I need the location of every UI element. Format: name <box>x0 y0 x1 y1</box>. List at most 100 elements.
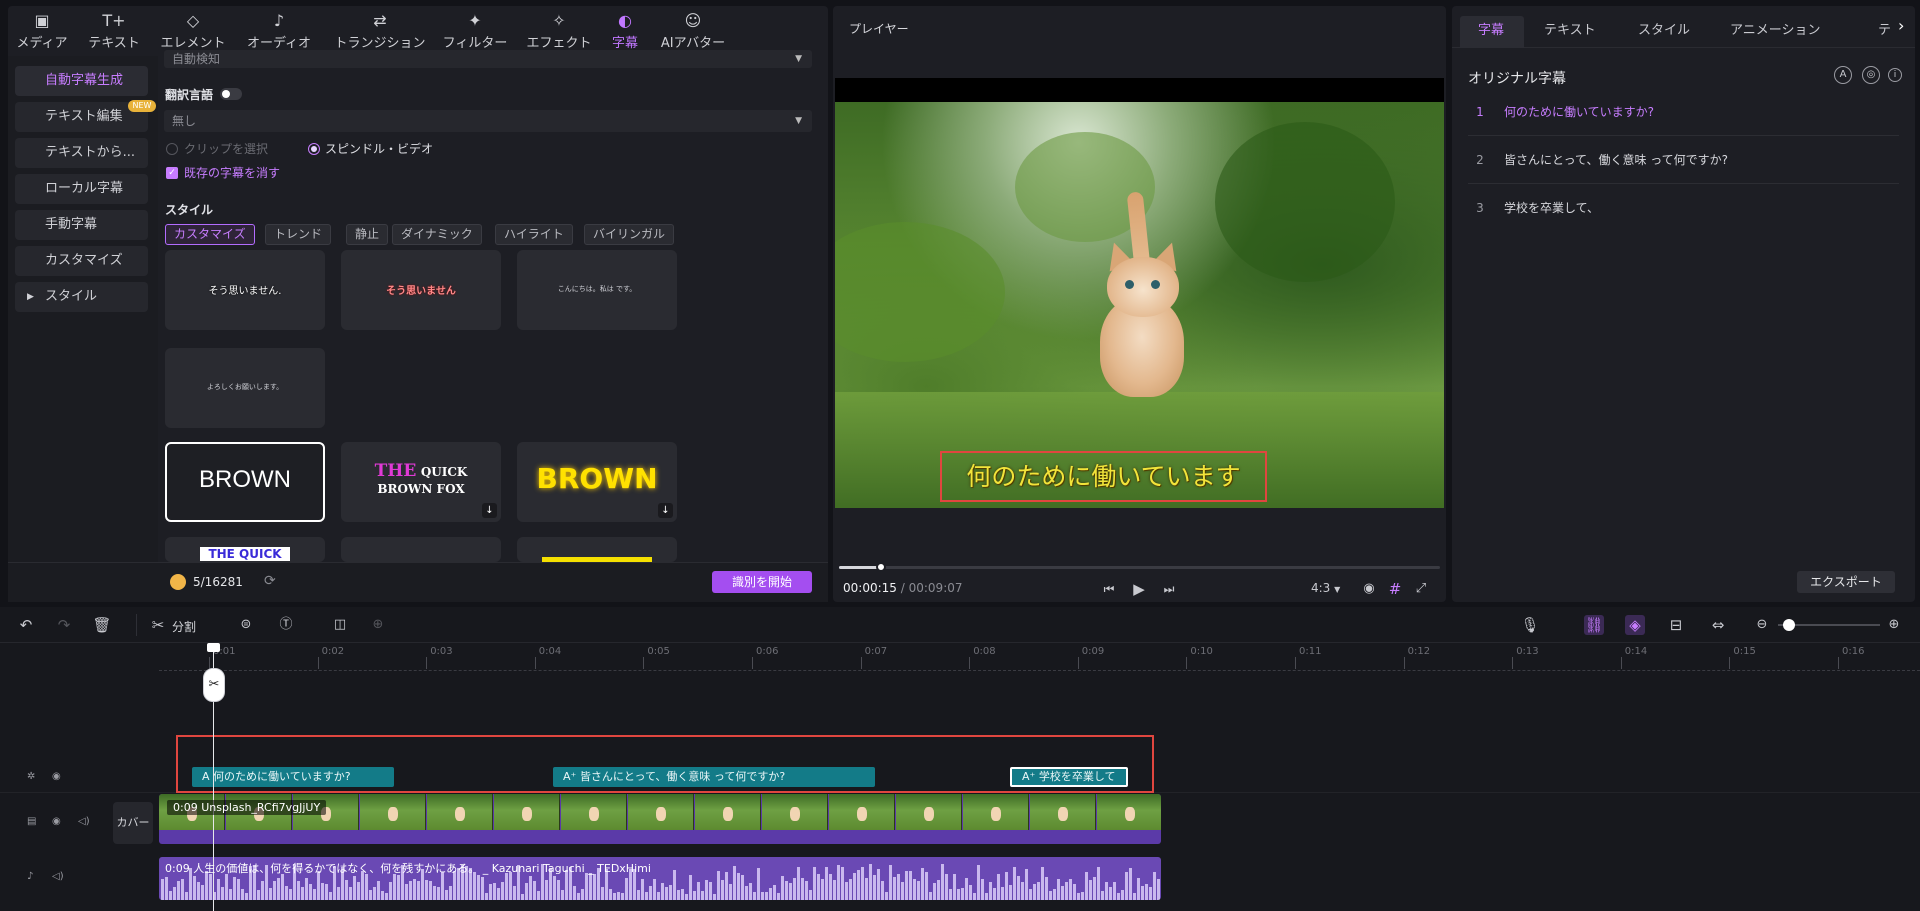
chevron-right-icon[interactable]: › <box>1898 16 1904 35</box>
spindle-video-radio[interactable] <box>308 143 320 155</box>
delete-icon[interactable]: 🗑 <box>92 615 112 635</box>
time-ruler[interactable]: 0:01 0:02 0:03 0:04 0:05 0:06 0:07 0:08 0:09 0:10… <box>159 643 1920 671</box>
audio-detach-icon[interactable]: ◫ <box>330 615 350 635</box>
download-icon[interactable]: ↓ <box>658 503 673 518</box>
style-tab-customize[interactable]: カスタマイズ <box>165 224 255 245</box>
translate-language-select[interactable]: 無し ▼ <box>164 110 812 132</box>
caption-row-2[interactable]: 2 皆さんにとって、働く意味 って何ですか? <box>1468 136 1899 184</box>
style-tile-partial-3[interactable] <box>517 537 677 562</box>
subtitle-overlay-box[interactable]: 何のために働いていますか？ <box>940 451 1267 502</box>
cover-button[interactable]: カバー <box>113 802 153 844</box>
tab-text-template[interactable]: テキス <box>1878 16 1898 46</box>
subtitle-clip-1[interactable]: A 何のために働いていますか? <box>192 767 394 787</box>
audio-clip[interactable]: 0:09 人生の価値は、何を得るかではなく、何を残すかにある。 _ Kazuna… <box>159 857 1161 900</box>
playback-handle[interactable] <box>876 562 887 572</box>
sidebar-item-local-caption[interactable]: ローカル字幕 <box>15 174 148 204</box>
fullscreen-icon[interactable]: ⤢ <box>1411 579 1431 599</box>
style-tile-3[interactable]: こんにちは。私は です。 <box>517 250 677 330</box>
style-tile-partial-2[interactable] <box>341 537 501 562</box>
scissors-icon[interactable]: ✂ <box>148 615 168 635</box>
grid-icon[interactable]: # <box>1385 579 1405 599</box>
export-button[interactable]: エクスポート <box>1797 571 1895 593</box>
add-track-icon[interactable]: ⊕ <box>368 615 388 635</box>
style-tile-brown-selected[interactable]: BROWN <box>165 442 325 522</box>
zoom-out-icon[interactable]: ⊖ <box>1752 615 1772 635</box>
tab-subtitle[interactable]: 字幕 <box>1478 16 1504 46</box>
start-recognition-button[interactable]: 識別を開始 <box>712 571 812 593</box>
zoom-slider-handle[interactable] <box>1783 619 1795 631</box>
download-icon[interactable]: ↓ <box>482 503 497 518</box>
style-tab-trend[interactable]: トレンド <box>265 224 332 245</box>
element-tab[interactable]: ◇ エレメント <box>158 10 228 54</box>
tab-text[interactable]: テキスト <box>1544 16 1596 46</box>
video-canvas[interactable]: 何のために働いていますか？ <box>835 78 1444 508</box>
subtitle-marker-icon[interactable]: ⊜ <box>236 615 256 635</box>
caption-row-3[interactable]: 3 学校を卒業して、 <box>1468 184 1899 232</box>
credits-count: 5/16281 <box>193 575 243 589</box>
split-button-label[interactable]: 分割 <box>172 618 196 635</box>
effect-tab[interactable]: ✧ エフェクト <box>526 10 592 54</box>
eye-icon[interactable]: ◉ <box>52 771 61 782</box>
sidebar-item-text-to[interactable]: テキストから... <box>15 138 148 168</box>
zoom-slider[interactable] <box>1778 619 1880 631</box>
info-icon[interactable]: i <box>1888 68 1902 82</box>
language-detect-select[interactable]: 自動検知 ▼ <box>164 50 812 68</box>
sidebar-item-auto-caption[interactable]: 自動字幕生成 <box>15 66 148 96</box>
style-tile-quick-fox[interactable]: THE QUICK BROWN FOX ↓ <box>341 442 501 522</box>
sidebar-item-manual-caption[interactable]: 手動字幕 <box>15 210 148 240</box>
snapshot-camera-icon[interactable]: ◉ <box>1359 579 1379 599</box>
style-tile-1[interactable]: そう思いません. <box>165 250 325 330</box>
filter-tab[interactable]: ✦ フィルター <box>440 10 510 54</box>
style-tile-2[interactable]: そう思いません <box>341 250 501 330</box>
thumbnail-cat <box>857 807 867 821</box>
style-tab-dynamic[interactable]: ダイナミック <box>392 224 482 245</box>
speaker-icon[interactable]: ◁) <box>78 816 90 827</box>
caption-row-1[interactable]: 1 何のために働いていますか? <box>1468 88 1899 136</box>
microphone-icon[interactable]: 🎙 <box>1520 615 1540 635</box>
link-icon[interactable]: ⛓ <box>1584 615 1604 635</box>
style-tile-4[interactable]: よろしくお願いします。 <box>165 348 325 428</box>
undo-icon[interactable]: ↶ <box>16 615 36 635</box>
video-clip[interactable]: 0:09 Unsplash_RCfi7vgJjUY <box>159 794 1161 844</box>
next-frame-icon[interactable]: ⏭ <box>1159 579 1179 599</box>
style-tab-bilingual[interactable]: バイリンガル <box>584 224 675 245</box>
audio-tab[interactable]: ♪ オーディオ <box>244 10 314 54</box>
settings-icon[interactable]: ◎ <box>1862 66 1880 84</box>
translate-toggle[interactable] <box>220 88 242 100</box>
style-tile-partial-1[interactable]: THE QUICK <box>165 537 325 562</box>
remove-existing-checkbox[interactable]: ✓ <box>166 167 178 179</box>
text-box-icon[interactable]: Ⓣ <box>276 615 296 635</box>
playhead-handle[interactable] <box>207 643 220 652</box>
subtitle-tab[interactable]: ◐ 字幕 <box>610 10 640 54</box>
transition-tab[interactable]: ⇄ トランジション <box>332 10 428 54</box>
tab-style[interactable]: スタイル <box>1638 16 1690 46</box>
fit-timeline-icon[interactable]: ⇔ <box>1708 615 1728 635</box>
media-tab[interactable]: ▣ メディア <box>16 10 68 54</box>
subtitle-clip-3-selected[interactable]: A⁺ 学校を卒業して <box>1010 767 1128 787</box>
style-tab-highlight[interactable]: ハイライト <box>495 224 573 245</box>
playback-scrubber[interactable] <box>839 562 1440 572</box>
translate-icon[interactable]: A <box>1834 66 1852 84</box>
scissors-icon[interactable]: ✂ <box>203 668 225 702</box>
sidebar-item-style[interactable]: ▶ スタイル <box>15 282 148 312</box>
chevron-down-icon: ▼ <box>1334 585 1341 594</box>
speaker-icon[interactable]: ◁) <box>52 871 64 882</box>
tab-animation[interactable]: アニメーション <box>1730 16 1820 46</box>
redo-icon[interactable]: ↷ <box>54 615 74 635</box>
aspect-ratio-select[interactable]: 4:3 ▼ <box>1311 581 1340 595</box>
ai-avatar-tab[interactable]: ☺ AIアバター <box>658 10 728 54</box>
sidebar-item-customize[interactable]: カスタマイズ <box>15 246 148 276</box>
subtitle-clip-2[interactable]: A⁺ 皆さんにとって、働く意味 って何ですか? <box>553 767 875 787</box>
ruler-tick-label: 0:09 <box>1081 646 1105 657</box>
eye-icon[interactable]: ◉ <box>52 816 61 827</box>
clip-select-radio[interactable] <box>166 143 178 155</box>
zoom-in-icon[interactable]: ⊕ <box>1884 615 1904 635</box>
text-tab[interactable]: T+ テキスト <box>86 10 142 54</box>
split-track-icon[interactable]: ⊟ <box>1666 615 1686 635</box>
style-tab-static[interactable]: 静止 <box>346 224 389 245</box>
style-tile-brown-yellow[interactable]: BROWN ↓ <box>517 442 677 522</box>
previous-frame-icon[interactable]: ⏮ <box>1099 579 1119 599</box>
snap-icon[interactable]: ◈ <box>1625 615 1645 635</box>
refresh-icon[interactable]: ⟳ <box>264 573 276 589</box>
play-icon[interactable]: ▶ <box>1129 579 1149 599</box>
